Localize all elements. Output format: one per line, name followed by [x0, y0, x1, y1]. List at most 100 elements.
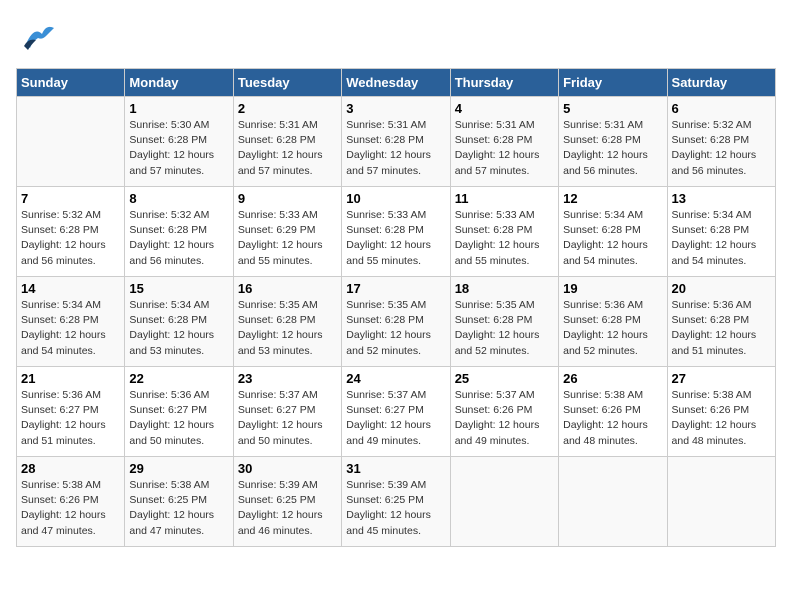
calendar-cell — [450, 457, 558, 547]
week-row-2: 7 Sunrise: 5:32 AM Sunset: 6:28 PM Daylig… — [17, 187, 776, 277]
day-number: 16 — [238, 281, 337, 296]
day-header-saturday: Saturday — [667, 69, 775, 97]
day-header-wednesday: Wednesday — [342, 69, 450, 97]
day-number: 19 — [563, 281, 662, 296]
day-info: Sunrise: 5:33 AM Sunset: 6:28 PM Dayligh… — [346, 208, 445, 269]
calendar-cell: 11 Sunrise: 5:33 AM Sunset: 6:28 PM Dayli… — [450, 187, 558, 277]
day-info: Sunrise: 5:31 AM Sunset: 6:28 PM Dayligh… — [346, 118, 445, 179]
day-header-monday: Monday — [125, 69, 233, 97]
day-info: Sunrise: 5:37 AM Sunset: 6:27 PM Dayligh… — [346, 388, 445, 449]
day-info: Sunrise: 5:32 AM Sunset: 6:28 PM Dayligh… — [129, 208, 228, 269]
calendar-cell: 30 Sunrise: 5:39 AM Sunset: 6:25 PM Dayli… — [233, 457, 341, 547]
day-number: 21 — [21, 371, 120, 386]
day-info: Sunrise: 5:38 AM Sunset: 6:26 PM Dayligh… — [21, 478, 120, 539]
day-number: 6 — [672, 101, 771, 116]
calendar-cell: 18 Sunrise: 5:35 AM Sunset: 6:28 PM Dayli… — [450, 277, 558, 367]
day-number: 25 — [455, 371, 554, 386]
calendar-cell: 28Sunrise: 5:38 AM Sunset: 6:26 PM Dayli… — [17, 457, 125, 547]
day-info: Sunrise: 5:38 AM Sunset: 6:26 PM Dayligh… — [672, 388, 771, 449]
day-info: Sunrise: 5:33 AM Sunset: 6:28 PM Dayligh… — [455, 208, 554, 269]
day-info: Sunrise: 5:38 AM Sunset: 6:25 PM Dayligh… — [129, 478, 228, 539]
calendar-table: SundayMondayTuesdayWednesdayThursdayFrid… — [16, 68, 776, 547]
day-number: 12 — [563, 191, 662, 206]
calendar-cell: 5Sunrise: 5:31 AM Sunset: 6:28 PM Daylig… — [559, 97, 667, 187]
day-header-tuesday: Tuesday — [233, 69, 341, 97]
day-number: 26 — [563, 371, 662, 386]
header-row: SundayMondayTuesdayWednesdayThursdayFrid… — [17, 69, 776, 97]
day-number: 2 — [238, 101, 337, 116]
calendar-cell — [667, 457, 775, 547]
day-info: Sunrise: 5:36 AM Sunset: 6:27 PM Dayligh… — [21, 388, 120, 449]
calendar-cell: 9 Sunrise: 5:33 AM Sunset: 6:29 PM Daylig… — [233, 187, 341, 277]
day-info: Sunrise: 5:36 AM Sunset: 6:28 PM Dayligh… — [672, 298, 771, 359]
calendar-cell — [559, 457, 667, 547]
day-number: 20 — [672, 281, 771, 296]
calendar-cell: 14Sunrise: 5:34 AM Sunset: 6:28 PM Dayli… — [17, 277, 125, 367]
day-number: 4 — [455, 101, 554, 116]
day-info: Sunrise: 5:35 AM Sunset: 6:28 PM Dayligh… — [346, 298, 445, 359]
week-row-3: 14Sunrise: 5:34 AM Sunset: 6:28 PM Dayli… — [17, 277, 776, 367]
calendar-cell: 2 Sunrise: 5:31 AM Sunset: 6:28 PM Daylig… — [233, 97, 341, 187]
calendar-cell: 3 Sunrise: 5:31 AM Sunset: 6:28 PM Daylig… — [342, 97, 450, 187]
day-info: Sunrise: 5:39 AM Sunset: 6:25 PM Dayligh… — [238, 478, 337, 539]
calendar-cell: 16Sunrise: 5:35 AM Sunset: 6:28 PM Dayli… — [233, 277, 341, 367]
calendar-cell: 4 Sunrise: 5:31 AM Sunset: 6:28 PM Daylig… — [450, 97, 558, 187]
calendar-cell: 8Sunrise: 5:32 AM Sunset: 6:28 PM Daylig… — [125, 187, 233, 277]
day-number: 13 — [672, 191, 771, 206]
day-number: 31 — [346, 461, 445, 476]
calendar-cell: 29 Sunrise: 5:38 AM Sunset: 6:25 PM Dayli… — [125, 457, 233, 547]
day-number: 1 — [129, 101, 228, 116]
logo — [16, 16, 64, 60]
day-number: 30 — [238, 461, 337, 476]
day-number: 23 — [238, 371, 337, 386]
calendar-cell: 10 Sunrise: 5:33 AM Sunset: 6:28 PM Dayli… — [342, 187, 450, 277]
day-info: Sunrise: 5:30 AM Sunset: 6:28 PM Dayligh… — [129, 118, 228, 179]
day-info: Sunrise: 5:35 AM Sunset: 6:28 PM Dayligh… — [455, 298, 554, 359]
calendar-cell: 1 Sunrise: 5:30 AM Sunset: 6:28 PM Daylig… — [125, 97, 233, 187]
calendar-cell: 17 Sunrise: 5:35 AM Sunset: 6:28 PM Dayli… — [342, 277, 450, 367]
day-number: 9 — [238, 191, 337, 206]
calendar-cell: 23 Sunrise: 5:37 AM Sunset: 6:27 PM Dayli… — [233, 367, 341, 457]
day-info: Sunrise: 5:34 AM Sunset: 6:28 PM Dayligh… — [672, 208, 771, 269]
page-header — [16, 16, 776, 60]
day-info: Sunrise: 5:31 AM Sunset: 6:28 PM Dayligh… — [238, 118, 337, 179]
day-info: Sunrise: 5:34 AM Sunset: 6:28 PM Dayligh… — [129, 298, 228, 359]
calendar-cell: 27 Sunrise: 5:38 AM Sunset: 6:26 PM Dayli… — [667, 367, 775, 457]
day-info: Sunrise: 5:32 AM Sunset: 6:28 PM Dayligh… — [21, 208, 120, 269]
week-row-5: 28Sunrise: 5:38 AM Sunset: 6:26 PM Dayli… — [17, 457, 776, 547]
day-info: Sunrise: 5:31 AM Sunset: 6:28 PM Dayligh… — [563, 118, 662, 179]
calendar-cell: 24Sunrise: 5:37 AM Sunset: 6:27 PM Dayli… — [342, 367, 450, 457]
calendar-cell: 26Sunrise: 5:38 AM Sunset: 6:26 PM Dayli… — [559, 367, 667, 457]
day-number: 15 — [129, 281, 228, 296]
day-number: 22 — [129, 371, 228, 386]
day-info: Sunrise: 5:34 AM Sunset: 6:28 PM Dayligh… — [21, 298, 120, 359]
day-info: Sunrise: 5:33 AM Sunset: 6:29 PM Dayligh… — [238, 208, 337, 269]
calendar-cell: 31Sunrise: 5:39 AM Sunset: 6:25 PM Dayli… — [342, 457, 450, 547]
day-header-friday: Friday — [559, 69, 667, 97]
day-header-thursday: Thursday — [450, 69, 558, 97]
day-info: Sunrise: 5:36 AM Sunset: 6:28 PM Dayligh… — [563, 298, 662, 359]
day-info: Sunrise: 5:31 AM Sunset: 6:28 PM Dayligh… — [455, 118, 554, 179]
week-row-1: 1 Sunrise: 5:30 AM Sunset: 6:28 PM Daylig… — [17, 97, 776, 187]
day-info: Sunrise: 5:36 AM Sunset: 6:27 PM Dayligh… — [129, 388, 228, 449]
calendar-cell: 7 Sunrise: 5:32 AM Sunset: 6:28 PM Daylig… — [17, 187, 125, 277]
day-info: Sunrise: 5:34 AM Sunset: 6:28 PM Dayligh… — [563, 208, 662, 269]
day-info: Sunrise: 5:32 AM Sunset: 6:28 PM Dayligh… — [672, 118, 771, 179]
day-number: 18 — [455, 281, 554, 296]
day-number: 17 — [346, 281, 445, 296]
day-header-sunday: Sunday — [17, 69, 125, 97]
day-info: Sunrise: 5:37 AM Sunset: 6:27 PM Dayligh… — [238, 388, 337, 449]
calendar-cell: 15 Sunrise: 5:34 AM Sunset: 6:28 PM Dayli… — [125, 277, 233, 367]
logo-icon — [16, 16, 60, 60]
calendar-cell: 12 Sunrise: 5:34 AM Sunset: 6:28 PM Dayli… — [559, 187, 667, 277]
calendar-cell: 6 Sunrise: 5:32 AM Sunset: 6:28 PM Daylig… — [667, 97, 775, 187]
day-number: 11 — [455, 191, 554, 206]
calendar-cell: 19 Sunrise: 5:36 AM Sunset: 6:28 PM Dayli… — [559, 277, 667, 367]
calendar-cell: 21 Sunrise: 5:36 AM Sunset: 6:27 PM Dayli… — [17, 367, 125, 457]
day-number: 29 — [129, 461, 228, 476]
day-number: 10 — [346, 191, 445, 206]
day-number: 3 — [346, 101, 445, 116]
day-number: 7 — [21, 191, 120, 206]
day-info: Sunrise: 5:37 AM Sunset: 6:26 PM Dayligh… — [455, 388, 554, 449]
day-number: 27 — [672, 371, 771, 386]
